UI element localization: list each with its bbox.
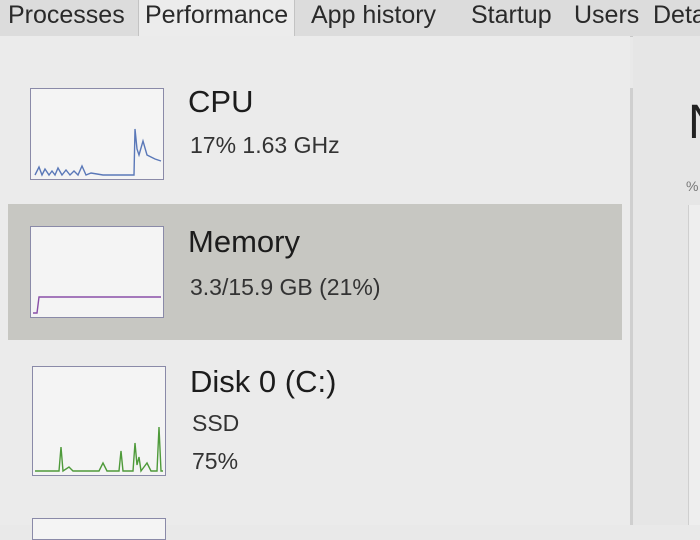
tab-startup[interactable]: Startup xyxy=(471,0,552,34)
sidebar-item-memory[interactable]: Memory 3.3/15.9 GB (21%) xyxy=(8,204,622,340)
cpu-title: CPU xyxy=(188,84,254,119)
sidebar-item-disk-0[interactable]: Disk 0 (C:) SSD 75% xyxy=(8,352,622,488)
tab-processes[interactable]: Processes xyxy=(8,0,125,34)
memory-detail: 3.3/15.9 GB (21%) xyxy=(190,274,381,300)
disk-type: SSD xyxy=(192,410,240,436)
cpu-detail: 17% 1.63 GHz xyxy=(190,132,340,158)
disk-title: Disk 0 (C:) xyxy=(190,364,337,399)
memory-graph-line xyxy=(33,296,161,314)
memory-title: Memory xyxy=(188,224,300,259)
cpu-graph xyxy=(30,88,164,180)
sidebar-item-cpu[interactable]: CPU 17% 1.63 GHz xyxy=(8,72,622,208)
tab-details[interactable]: Deta xyxy=(653,0,700,34)
detail-pane-title: N xyxy=(688,95,700,150)
tab-app-history[interactable]: App history xyxy=(311,0,436,34)
detail-pane-subtitle: % xyxy=(686,178,699,194)
tab-bar: Processes Performance App history Startu… xyxy=(0,0,700,37)
next-item-graph xyxy=(32,518,166,540)
tab-users[interactable]: Users xyxy=(574,0,639,34)
disk-graph-line xyxy=(35,426,163,473)
detail-pane-graph xyxy=(688,205,700,525)
disk-graph xyxy=(32,366,166,476)
disk-usage: 75% xyxy=(192,448,239,474)
cpu-graph-line xyxy=(34,128,162,177)
memory-graph xyxy=(30,226,164,318)
tab-performance[interactable]: Performance xyxy=(138,0,296,37)
